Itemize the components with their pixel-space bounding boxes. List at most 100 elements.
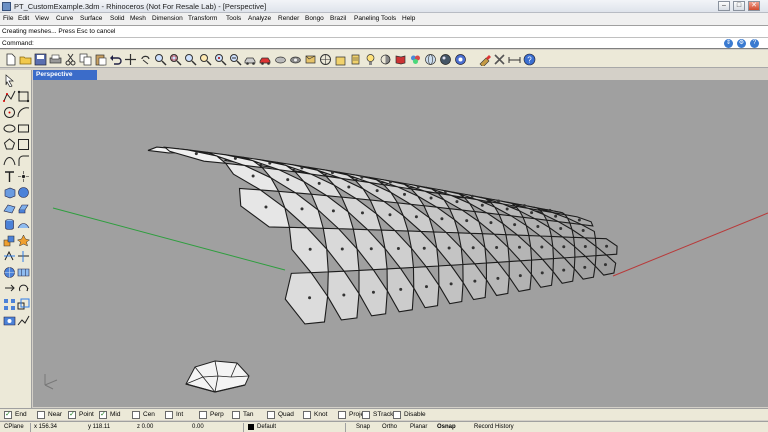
menu-bongo[interactable]: Bongo <box>305 15 324 22</box>
loft-icon[interactable] <box>17 218 30 231</box>
scale-icon[interactable] <box>17 298 30 311</box>
panel-point[interactable] <box>562 245 566 249</box>
panel-point[interactable] <box>496 276 500 280</box>
extrude-icon[interactable] <box>17 202 30 215</box>
rotate-icon[interactable] <box>139 53 152 66</box>
car-icon[interactable] <box>244 53 257 66</box>
render-object-icon[interactable] <box>3 314 16 327</box>
minimize-button[interactable]: – <box>718 1 730 11</box>
freeform-curve-icon[interactable] <box>17 138 30 151</box>
mesh-tools-icon[interactable] <box>17 266 30 279</box>
menu-dimension[interactable]: Dimension <box>152 15 183 22</box>
properties-icon[interactable] <box>349 53 362 66</box>
panel-point[interactable] <box>471 246 475 250</box>
perspective-viewport[interactable] <box>33 80 768 407</box>
shade-icon[interactable] <box>379 53 392 66</box>
paneled-surface[interactable] <box>147 146 618 325</box>
arc-icon[interactable] <box>17 106 30 119</box>
xray-icon[interactable] <box>409 53 422 66</box>
mesh-icon[interactable] <box>3 266 16 279</box>
array-icon[interactable] <box>3 298 16 311</box>
sphere-solid-icon[interactable] <box>17 186 30 199</box>
menu-render[interactable]: Render <box>278 15 299 22</box>
panel-point[interactable] <box>562 268 566 272</box>
osnap-tan-checkbox[interactable] <box>232 411 240 419</box>
scroll-updown-icon[interactable]: ⇕ <box>724 39 733 48</box>
panel-point[interactable] <box>340 247 344 251</box>
control-point-icon[interactable] <box>17 90 30 103</box>
lights-icon[interactable] <box>274 53 287 66</box>
menu-file[interactable]: File <box>3 15 13 22</box>
panel-point[interactable] <box>473 279 477 283</box>
panel-point[interactable] <box>268 161 272 165</box>
panel-point[interactable] <box>369 247 373 251</box>
options-icon[interactable]: ⚙ <box>737 39 746 48</box>
panel-point[interactable] <box>330 171 334 175</box>
panel-point[interactable] <box>603 263 607 267</box>
panel-point[interactable] <box>360 175 364 179</box>
menu-mesh[interactable]: Mesh <box>130 15 146 22</box>
panel-point[interactable] <box>424 285 428 289</box>
surface-panel[interactable] <box>288 226 329 274</box>
layers-icon[interactable] <box>334 53 347 66</box>
menu-analyze[interactable]: Analyze <box>248 15 271 22</box>
status-layer[interactable]: Default <box>257 424 276 430</box>
sphere-icon[interactable] <box>439 53 452 66</box>
status-osnap[interactable]: Osnap <box>437 424 456 430</box>
polygon-icon[interactable] <box>3 138 16 151</box>
panel-point[interactable] <box>577 218 581 222</box>
panel-point[interactable] <box>300 207 304 211</box>
trim-icon[interactable] <box>17 250 30 263</box>
panel-point[interactable] <box>347 185 351 189</box>
ghost-icon[interactable] <box>394 53 407 66</box>
menu-paneling-tools[interactable]: Paneling Tools <box>354 15 396 22</box>
panel-point[interactable] <box>331 209 335 213</box>
zoom-icon[interactable] <box>154 53 167 66</box>
tools-icon[interactable] <box>493 53 506 66</box>
panel-point[interactable] <box>583 245 587 249</box>
osnap-near-checkbox[interactable] <box>37 411 45 419</box>
zoom-selected-icon[interactable] <box>199 53 212 66</box>
box-icon[interactable] <box>3 186 16 199</box>
panel-point[interactable] <box>505 207 509 211</box>
rectangle-icon[interactable] <box>17 122 30 135</box>
osnap-perp-checkbox[interactable] <box>199 411 207 419</box>
osnap-knot-checkbox[interactable] <box>303 411 311 419</box>
panel-point[interactable] <box>455 200 459 204</box>
panel-point[interactable] <box>360 211 364 215</box>
panel-point[interactable] <box>581 228 585 232</box>
osnap-disable-checkbox[interactable] <box>393 411 401 419</box>
menu-view[interactable]: View <box>35 15 49 22</box>
panel-point[interactable] <box>286 178 290 182</box>
explode-icon[interactable] <box>16 234 31 247</box>
menu-transform[interactable]: Transform <box>188 15 217 22</box>
menu-help[interactable]: Help <box>402 15 415 22</box>
camera-icon[interactable] <box>304 53 317 66</box>
save-icon[interactable] <box>34 53 47 66</box>
panel-point[interactable] <box>489 221 493 225</box>
paste-icon[interactable] <box>94 53 107 66</box>
move-icon[interactable] <box>3 282 16 295</box>
rotate-object-icon[interactable] <box>17 282 30 295</box>
osnap-strack-checkbox[interactable] <box>362 411 370 419</box>
menu-tools[interactable]: Tools <box>226 15 241 22</box>
text-icon[interactable] <box>3 170 16 183</box>
command-input[interactable] <box>40 39 720 48</box>
cut-icon[interactable] <box>64 53 77 66</box>
panel-point[interactable] <box>416 185 420 189</box>
panel-point[interactable] <box>518 274 522 278</box>
menu-brazil[interactable]: Brazil <box>330 15 346 22</box>
osnap-end-checkbox[interactable]: ✓ <box>4 411 12 419</box>
menu-solid[interactable]: Solid <box>110 15 124 22</box>
dome-object[interactable] <box>185 360 250 393</box>
panel-point[interactable] <box>522 204 526 208</box>
help-icon[interactable]: ? <box>750 39 759 48</box>
close-button[interactable]: ✕ <box>748 1 760 11</box>
polyline-icon[interactable] <box>3 90 16 103</box>
brush-icon[interactable] <box>478 53 491 66</box>
options-icon[interactable] <box>454 53 467 66</box>
panel-point[interactable] <box>513 223 517 227</box>
panel-point[interactable] <box>388 180 392 184</box>
menu-surface[interactable]: Surface <box>80 15 102 22</box>
undo-icon[interactable] <box>109 53 122 66</box>
